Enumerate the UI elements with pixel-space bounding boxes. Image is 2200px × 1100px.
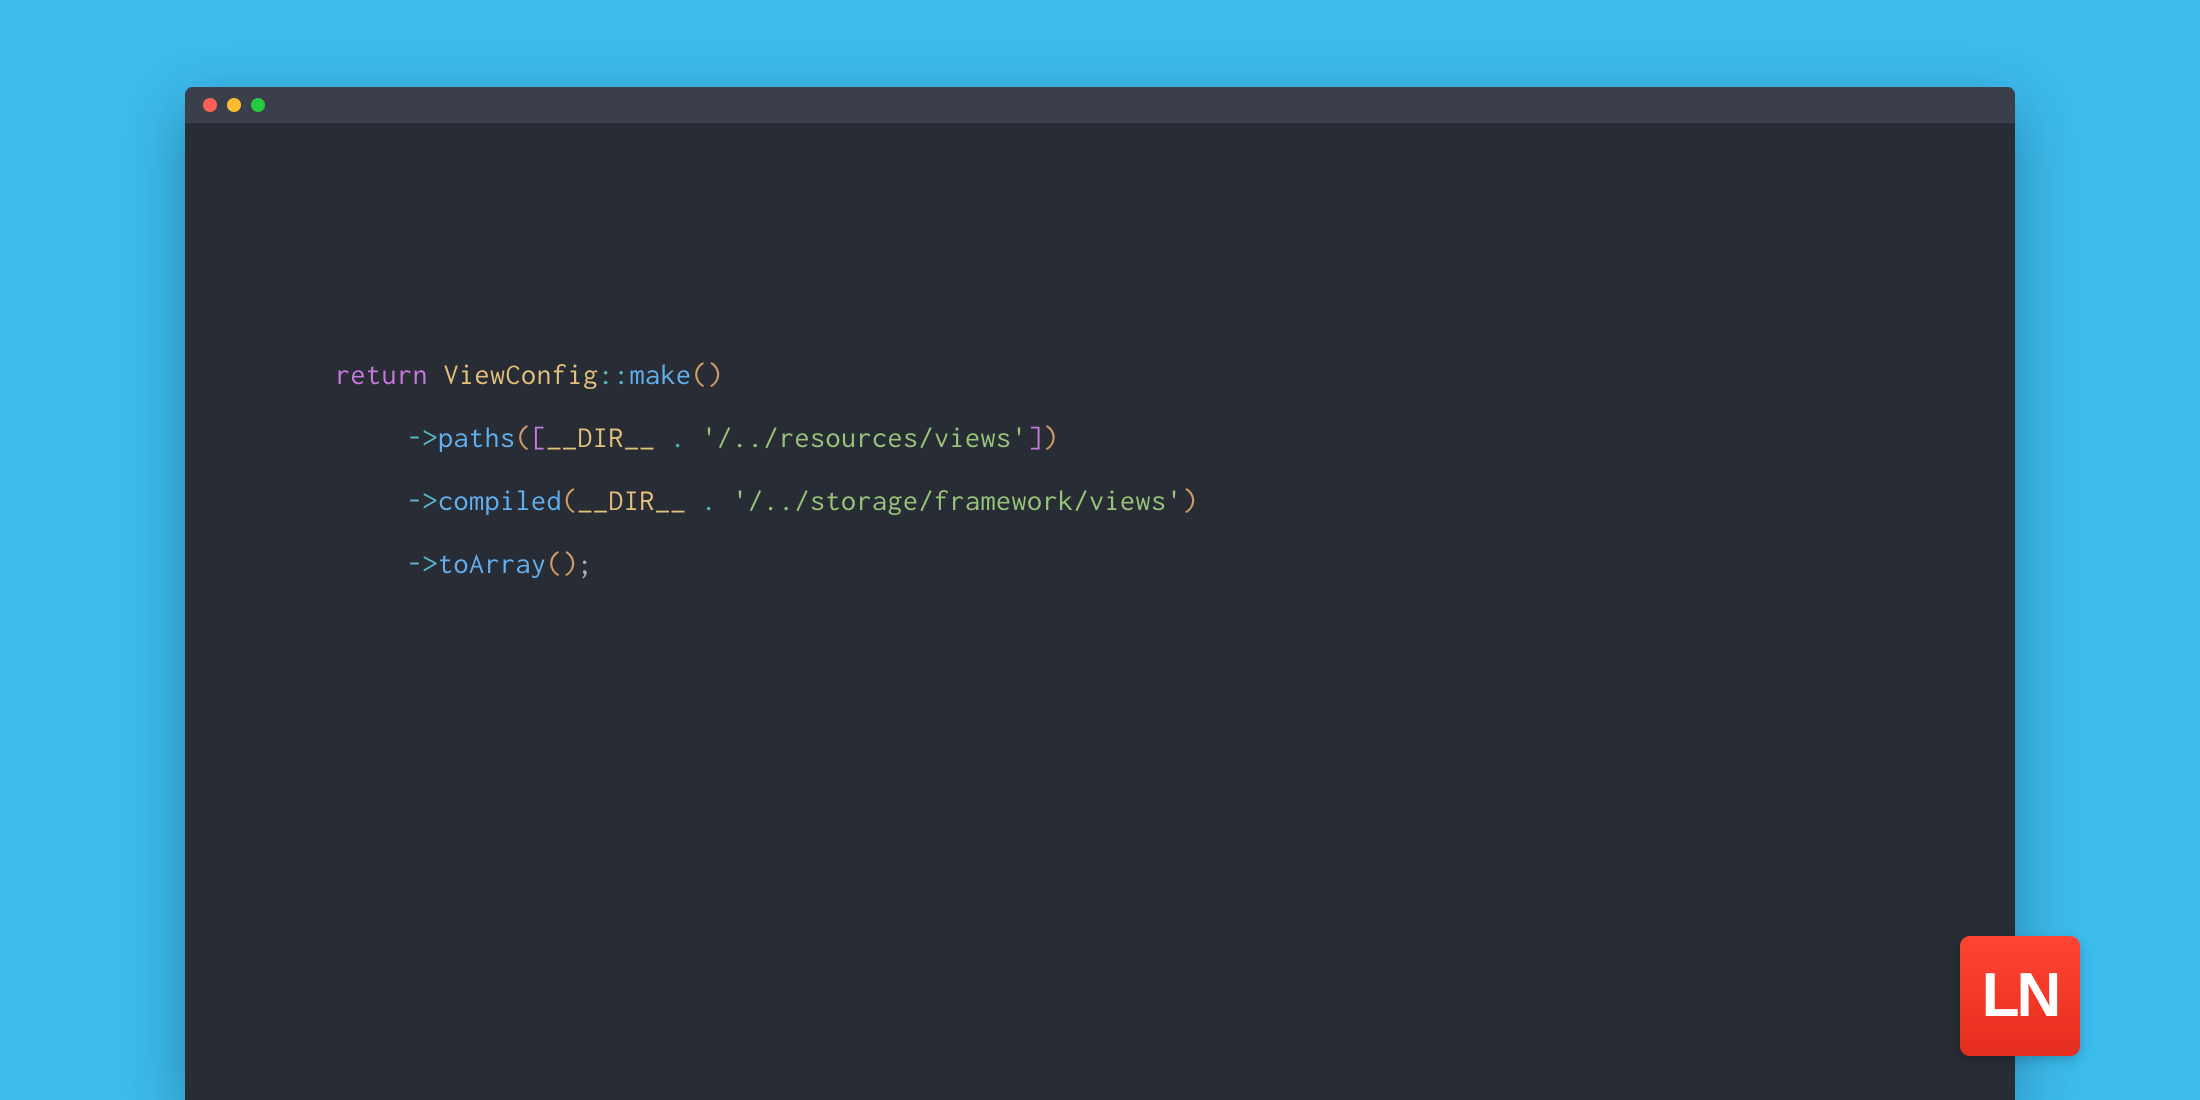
code-token: toArray: [438, 547, 547, 579]
brand-logo-text: LN: [1982, 965, 2059, 1027]
code-line: ->toArray();: [335, 532, 2015, 595]
editor-window: return ViewConfig::make()->paths([__DIR_…: [185, 87, 2015, 1100]
code-token: .: [702, 484, 718, 516]
code-token: [686, 484, 702, 516]
code-token: compiled: [438, 484, 562, 516]
code-token: ->: [407, 484, 438, 516]
code-token: ): [707, 358, 723, 390]
code-token: [686, 421, 702, 453]
code-line: return ViewConfig::make(): [335, 343, 2015, 406]
code-token: ;: [578, 547, 594, 579]
brand-logo: LN: [1960, 936, 2080, 1056]
code-token: [717, 484, 733, 516]
code-token: make: [630, 358, 692, 390]
code-token: __DIR__: [578, 484, 687, 516]
code-token: ViewConfig: [444, 358, 599, 390]
code-token: [655, 421, 671, 453]
window-maximize-icon[interactable]: [251, 98, 265, 112]
code-token: [: [531, 421, 547, 453]
code-token: '/../storage/framework/views': [733, 484, 1183, 516]
code-token: ->: [407, 547, 438, 579]
code-token: (: [692, 358, 708, 390]
window-close-icon[interactable]: [203, 98, 217, 112]
code-token: __DIR__: [547, 421, 656, 453]
window-minimize-icon[interactable]: [227, 98, 241, 112]
code-token: ): [1043, 421, 1059, 453]
code-token: ): [1182, 484, 1198, 516]
code-token: paths: [438, 421, 516, 453]
code-token: ): [562, 547, 578, 579]
code-token: [428, 358, 444, 390]
code-token: '/../resources/views': [702, 421, 1028, 453]
code-line: ->paths([__DIR__ . '/../resources/views'…: [335, 406, 2015, 469]
code-token: ::: [599, 358, 630, 390]
code-token: (: [562, 484, 578, 516]
code-token: ]: [1027, 421, 1043, 453]
code-token: return: [335, 358, 428, 390]
window-titlebar: [185, 87, 2015, 123]
code-token: (: [547, 547, 563, 579]
code-token: ->: [407, 421, 438, 453]
code-editor[interactable]: return ViewConfig::make()->paths([__DIR_…: [185, 123, 2015, 595]
code-token: .: [671, 421, 687, 453]
code-line: ->compiled(__DIR__ . '/../storage/framew…: [335, 469, 2015, 532]
code-token: (: [516, 421, 532, 453]
